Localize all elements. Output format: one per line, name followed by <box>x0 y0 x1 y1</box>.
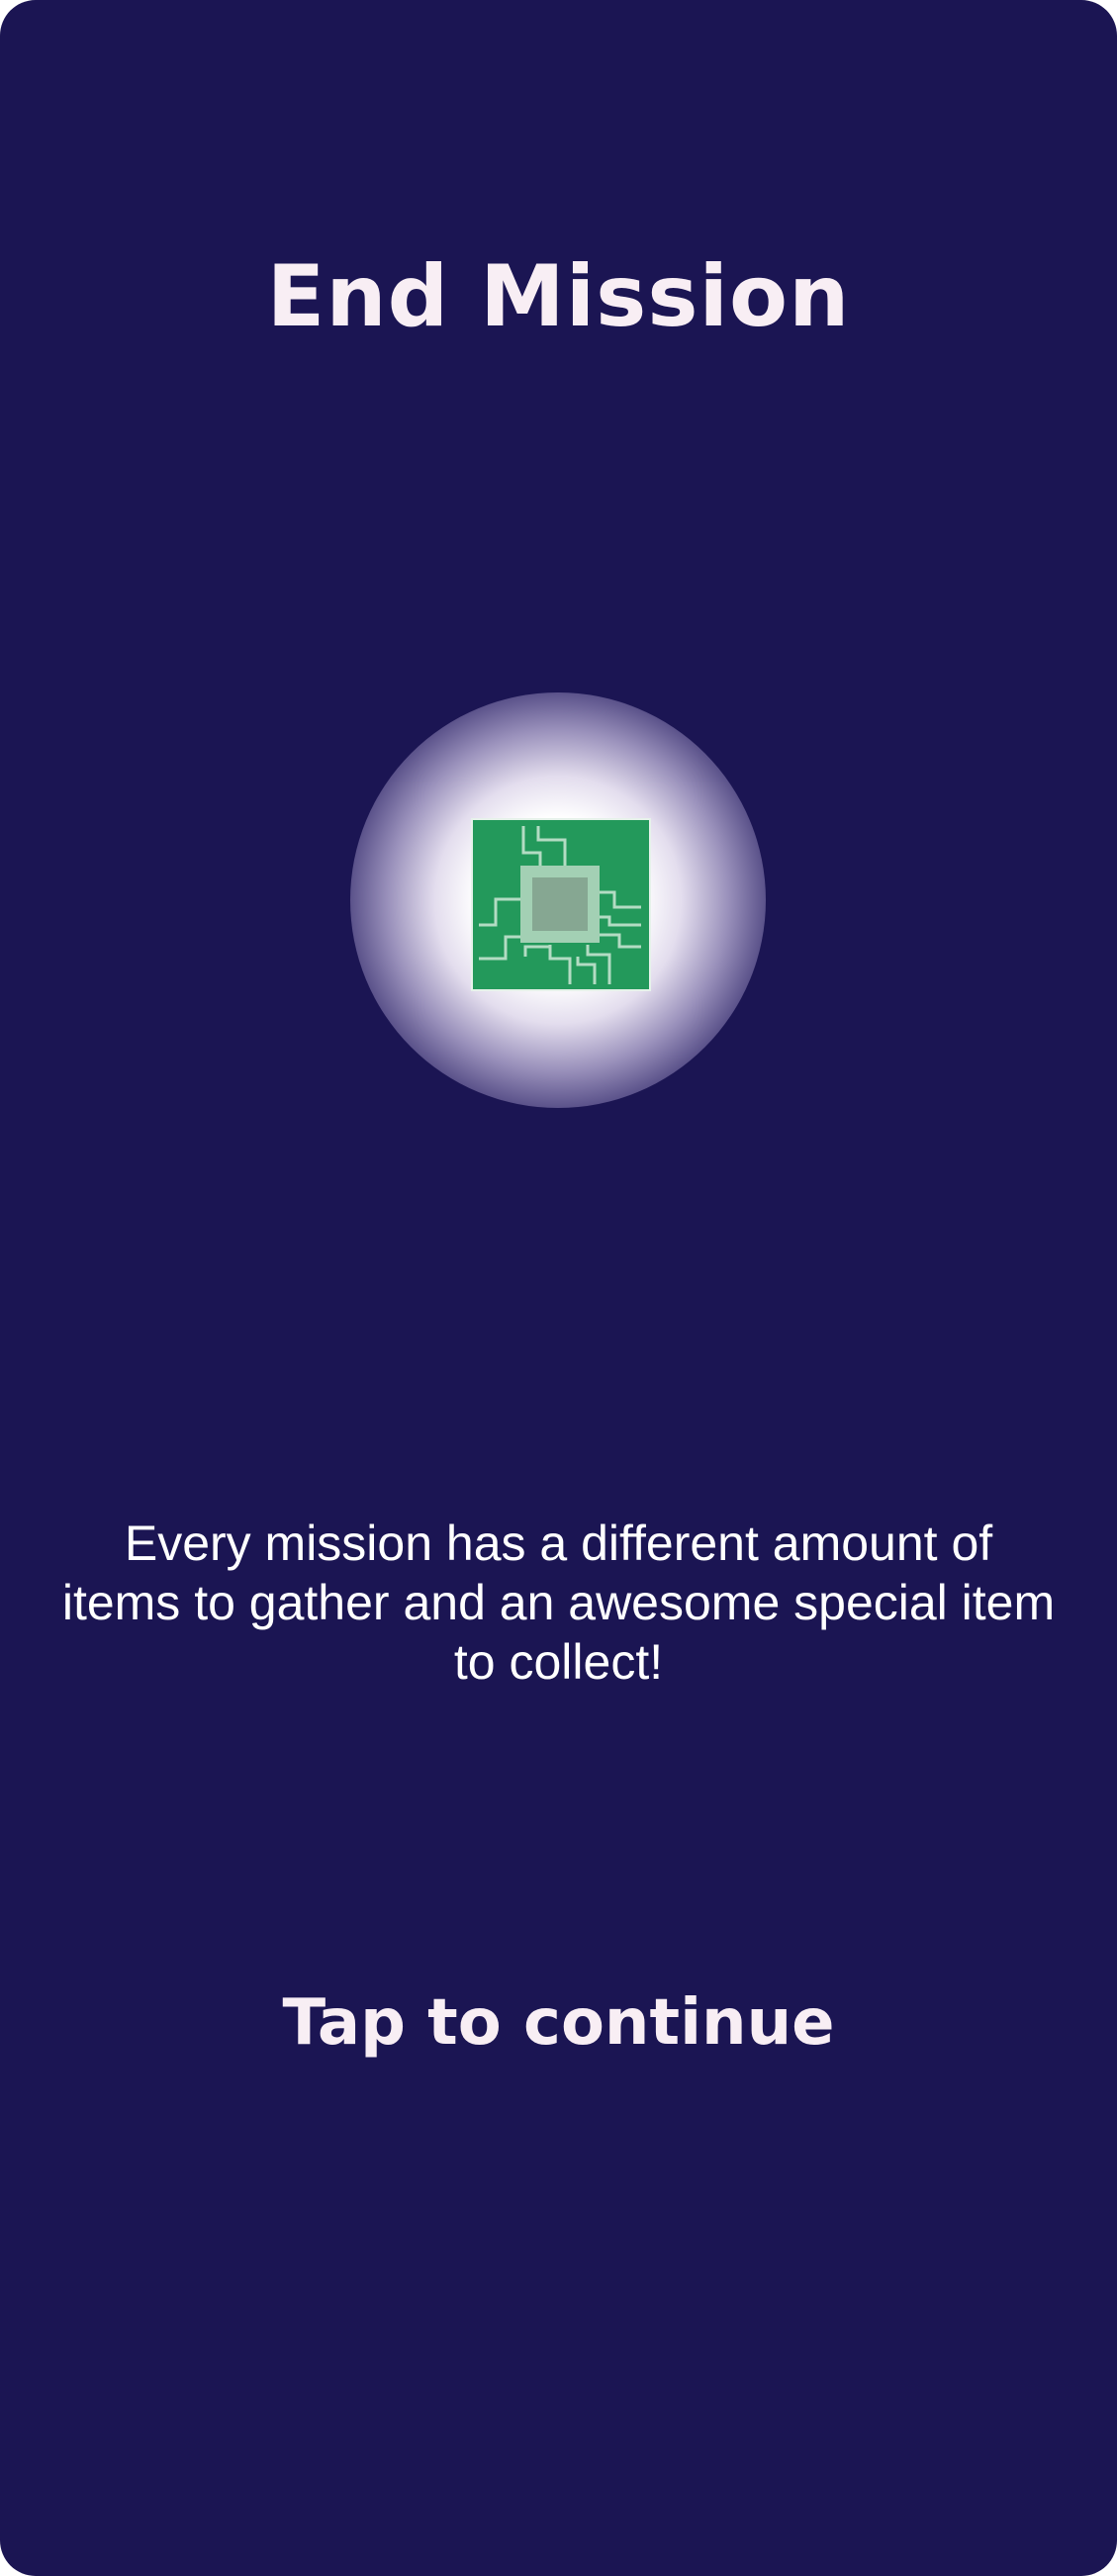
circuit-chip-icon <box>471 818 651 991</box>
end-mission-screen[interactable]: End Mission Every mission has a differen… <box>0 0 1117 2576</box>
tap-to-continue-button[interactable]: Tap to continue <box>0 1978 1117 2068</box>
mission-description: Every mission has a different amount of … <box>61 1516 1056 1690</box>
page-title: End Mission <box>266 247 851 346</box>
